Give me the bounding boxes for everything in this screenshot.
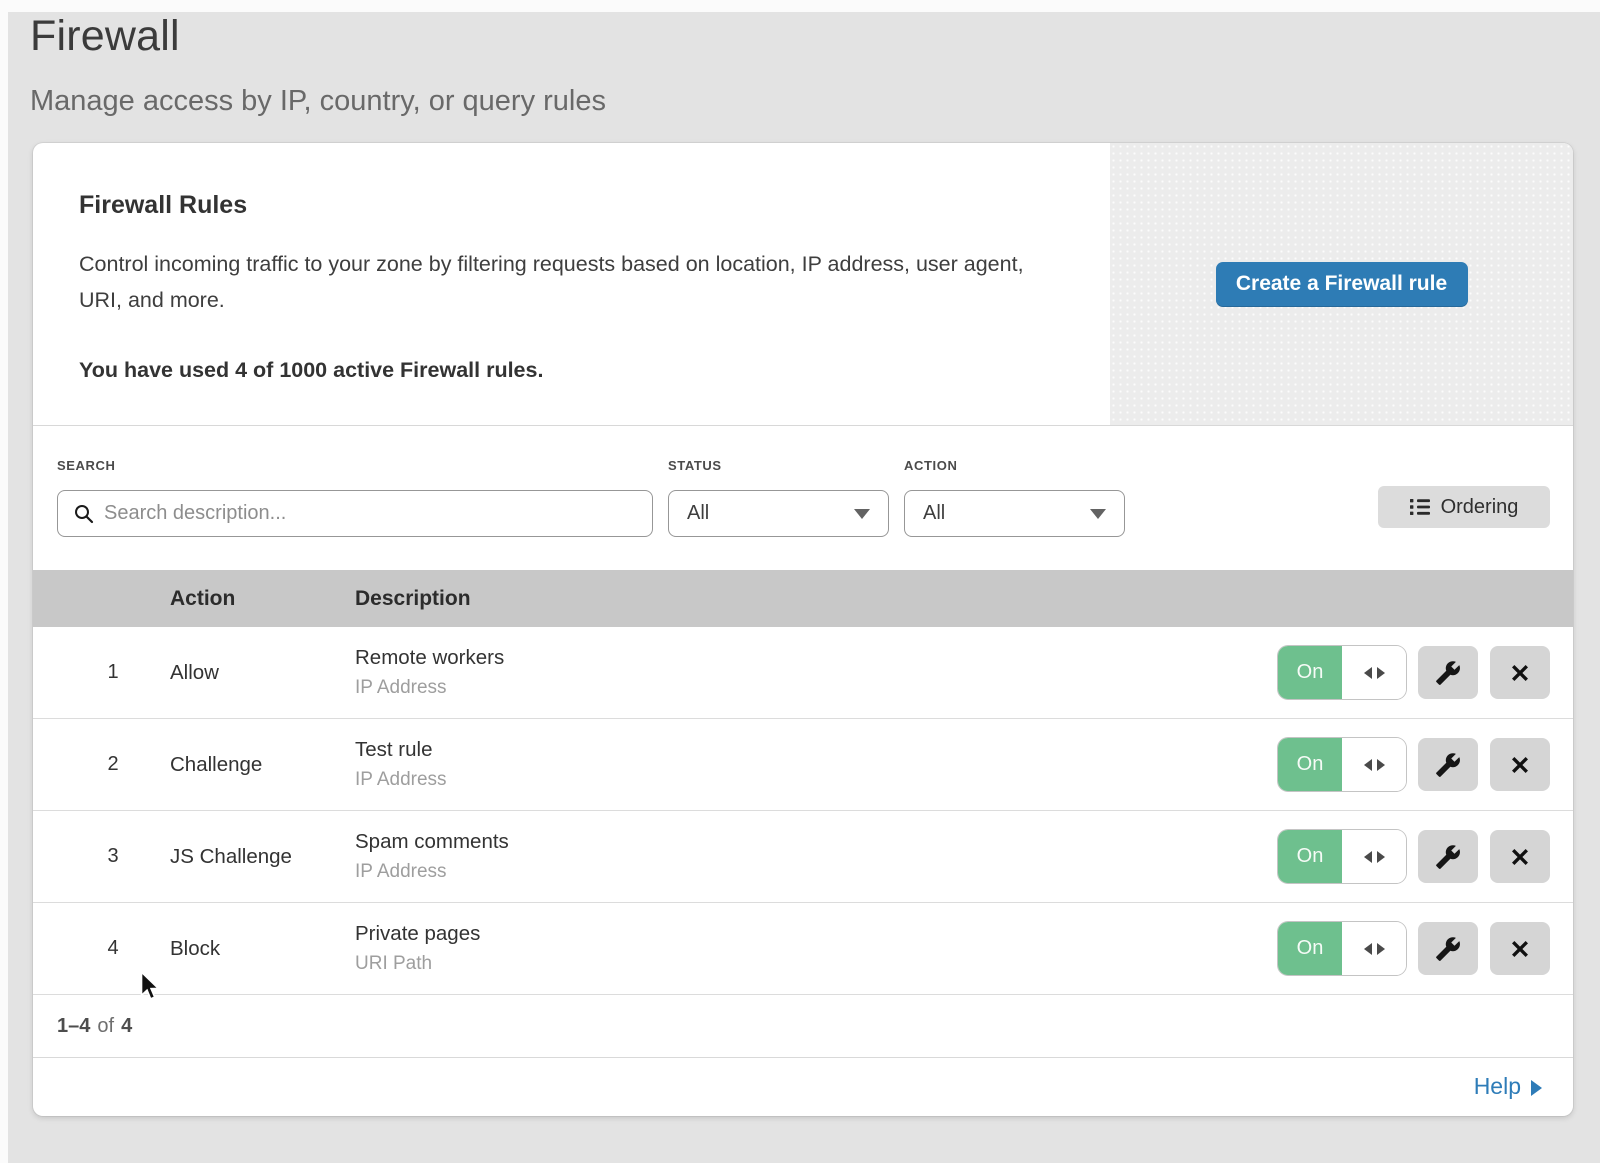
x-icon <box>1508 661 1532 685</box>
delete-rule-button[interactable] <box>1490 646 1550 699</box>
ordering-list-icon <box>1410 498 1430 516</box>
rule-description: Test rule <box>355 738 447 762</box>
rule-description: Spam comments <box>355 830 509 854</box>
card-heading: Firewall Rules <box>79 191 1073 220</box>
search-input[interactable] <box>104 491 638 536</box>
help-link[interactable]: Help <box>1474 1073 1542 1100</box>
search-icon <box>74 504 94 524</box>
rule-controls: On <box>1278 903 1550 994</box>
rule-enabled-toggle[interactable]: On <box>1278 830 1406 883</box>
pagination-range: 1–4 <box>57 1015 90 1038</box>
screen-edge-left <box>0 0 8 1163</box>
rule-row: 2 Challenge Test rule IP Address On <box>33 719 1573 811</box>
usage-note: You have used 4 of 1000 active Firewall … <box>79 358 1073 383</box>
rule-description-cell: Spam comments IP Address <box>355 830 509 883</box>
action-select[interactable]: All <box>904 490 1125 537</box>
page-header: Firewall Manage access by IP, country, o… <box>30 12 606 118</box>
edit-rule-button[interactable] <box>1418 830 1478 883</box>
delete-rule-button[interactable] <box>1490 738 1550 791</box>
card-description: Control incoming traffic to your zone by… <box>79 246 1029 318</box>
status-select[interactable]: All <box>668 490 889 537</box>
x-icon <box>1508 753 1532 777</box>
column-header-description: Description <box>355 587 471 611</box>
status-selected-value: All <box>687 502 709 525</box>
arrow-right-icon <box>1531 1080 1542 1096</box>
rule-row: 3 JS Challenge Spam comments IP Address … <box>33 811 1573 903</box>
wrench-icon <box>1435 752 1461 778</box>
toggle-arrows-icon <box>1342 738 1406 791</box>
rule-match-type: IP Address <box>355 861 509 883</box>
create-rule-panel: Create a Firewall rule <box>1110 143 1573 425</box>
edit-rule-button[interactable] <box>1418 738 1478 791</box>
rule-description-cell: Test rule IP Address <box>355 738 447 791</box>
table-header: Action Description <box>33 570 1573 627</box>
rule-controls: On <box>1278 719 1550 810</box>
filters-bar: SEARCH STATUS All ACTION All <box>33 426 1573 570</box>
pagination-total: 4 <box>121 1015 132 1038</box>
search-box <box>57 490 653 537</box>
rule-enabled-toggle[interactable]: On <box>1278 646 1406 699</box>
firewall-rules-card: Firewall Rules Control incoming traffic … <box>33 143 1573 1116</box>
pagination-of: of <box>97 1015 114 1038</box>
rules-summary-text: Firewall Rules Control incoming traffic … <box>33 143 1073 383</box>
action-label: ACTION <box>904 458 957 473</box>
rule-description: Remote workers <box>355 646 504 670</box>
rule-description-cell: Remote workers IP Address <box>355 646 504 699</box>
edit-rule-button[interactable] <box>1418 646 1478 699</box>
toggle-on-label: On <box>1278 738 1342 791</box>
chevron-down-icon <box>854 509 870 519</box>
toggle-on-label: On <box>1278 830 1342 883</box>
rule-controls: On <box>1278 811 1550 902</box>
toggle-arrows-icon <box>1342 922 1406 975</box>
action-selected-value: All <box>923 502 945 525</box>
rule-action: Block <box>170 937 355 961</box>
delete-rule-button[interactable] <box>1490 922 1550 975</box>
rule-match-type: IP Address <box>355 769 447 791</box>
rule-match-type: IP Address <box>355 677 504 699</box>
rule-priority: 2 <box>93 753 133 776</box>
rule-match-type: URI Path <box>355 953 480 975</box>
rule-action: JS Challenge <box>170 845 355 869</box>
rule-controls: On <box>1278 627 1550 718</box>
rule-row: 4 Block Private pages URI Path On <box>33 903 1573 995</box>
page-subtitle: Manage access by IP, country, or query r… <box>30 85 606 118</box>
x-icon <box>1508 845 1532 869</box>
rule-priority: 4 <box>93 937 133 960</box>
rule-description-cell: Private pages URI Path <box>355 922 480 975</box>
rule-row: 1 Allow Remote workers IP Address On <box>33 627 1573 719</box>
rule-action: Allow <box>170 661 355 685</box>
rules-summary-section: Firewall Rules Control incoming traffic … <box>33 143 1573 426</box>
screen-edge-top <box>0 0 1600 12</box>
rule-enabled-toggle[interactable]: On <box>1278 922 1406 975</box>
toggle-on-label: On <box>1278 922 1342 975</box>
create-firewall-rule-button[interactable]: Create a Firewall rule <box>1216 262 1468 307</box>
column-header-action: Action <box>170 587 355 611</box>
help-label: Help <box>1474 1073 1521 1100</box>
toggle-on-label: On <box>1278 646 1342 699</box>
delete-rule-button[interactable] <box>1490 830 1550 883</box>
page-title: Firewall <box>30 12 606 61</box>
ordering-label: Ordering <box>1441 496 1519 519</box>
chevron-down-icon <box>1090 509 1106 519</box>
wrench-icon <box>1435 660 1461 686</box>
status-label: STATUS <box>668 458 722 473</box>
wrench-icon <box>1435 936 1461 962</box>
search-label: SEARCH <box>57 458 116 473</box>
rule-priority: 1 <box>93 661 133 684</box>
ordering-button[interactable]: Ordering <box>1378 486 1550 528</box>
wrench-icon <box>1435 844 1461 870</box>
x-icon <box>1508 937 1532 961</box>
rule-action: Challenge <box>170 753 355 777</box>
toggle-arrows-icon <box>1342 830 1406 883</box>
help-row: Help <box>33 1057 1573 1115</box>
toggle-arrows-icon <box>1342 646 1406 699</box>
rule-description: Private pages <box>355 922 480 946</box>
edit-rule-button[interactable] <box>1418 922 1478 975</box>
pagination: 1–4 of 4 <box>33 995 1573 1057</box>
rule-priority: 3 <box>93 845 133 868</box>
rule-enabled-toggle[interactable]: On <box>1278 738 1406 791</box>
